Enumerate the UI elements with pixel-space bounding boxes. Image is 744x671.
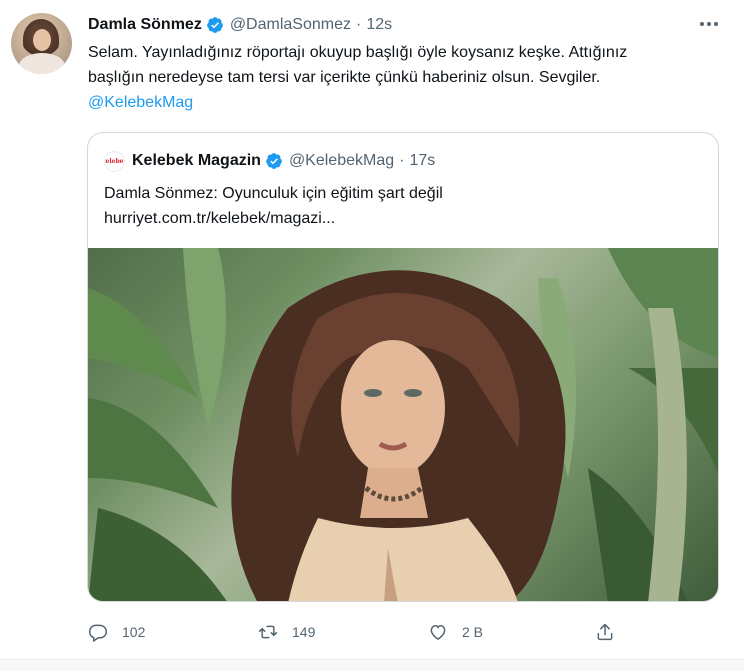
retweet-count: 149: [292, 624, 316, 640]
quoted-tweet-link[interactable]: hurriyet.com.tr/kelebek/magazi...: [104, 207, 335, 231]
retweet-button[interactable]: 149: [258, 618, 315, 646]
share-icon: [597, 623, 613, 641]
quoted-tweet-text: Damla Sönmez: Oyunculuk için eğitim şart…: [104, 185, 443, 202]
tweet-card[interactable]: Damla Sönmez @DamlaSonmez · 12s Selam. Y…: [0, 0, 744, 660]
share-button[interactable]: [595, 618, 615, 646]
quoted-tweet-header: kelebek Kelebek Magazin @KelebekMag · 17…: [104, 150, 435, 172]
quoted-header-separator: ·: [399, 152, 405, 169]
verified-badge-icon: [266, 153, 282, 169]
tweet-text: Selam. Yayınladığınız röportajı okuyup b…: [88, 40, 708, 115]
quoted-tweet[interactable]: kelebek Kelebek Magazin @KelebekMag · 17…: [87, 132, 719, 602]
more-icon[interactable]: [694, 12, 724, 36]
verified-badge-icon: [206, 17, 223, 33]
quoted-author-handle[interactable]: @KelebekMag: [289, 152, 394, 170]
like-button[interactable]: 2 B: [428, 618, 483, 646]
like-count: 2 B: [462, 624, 484, 640]
author-name[interactable]: Damla Sönmez: [88, 16, 202, 34]
reply-button[interactable]: 102: [88, 618, 145, 646]
tweet-header: Damla Sönmez @DamlaSonmez · 12s: [88, 14, 392, 36]
quoted-media-image[interactable]: [88, 248, 718, 601]
author-avatar[interactable]: [11, 13, 72, 74]
header-separator: ·: [355, 16, 362, 33]
tweet-text-line-2: başlığın neredeyse tam tersi var içerikt…: [88, 69, 601, 86]
kelebek-logo: kelebek: [105, 157, 124, 165]
quoted-timestamp[interactable]: 17s: [409, 152, 435, 170]
tweet-text-line-1: Selam. Yayınladığınız röportajı okuyup b…: [88, 44, 628, 61]
quoted-author-avatar[interactable]: kelebek: [104, 150, 125, 172]
timeline-gap: [0, 660, 744, 671]
quoted-author-name[interactable]: Kelebek Magazin: [132, 152, 261, 170]
author-handle[interactable]: @DamlaSonmez: [230, 16, 351, 34]
mention-link[interactable]: @KelebekMag: [88, 90, 708, 115]
tweet-actions: 102 149 2 B: [0, 618, 744, 646]
reply-icon: [88, 624, 108, 642]
retweet-icon: [258, 625, 278, 639]
heart-icon: [430, 624, 446, 640]
tweet-timestamp[interactable]: 12s: [366, 16, 392, 34]
reply-count: 102: [122, 624, 146, 640]
